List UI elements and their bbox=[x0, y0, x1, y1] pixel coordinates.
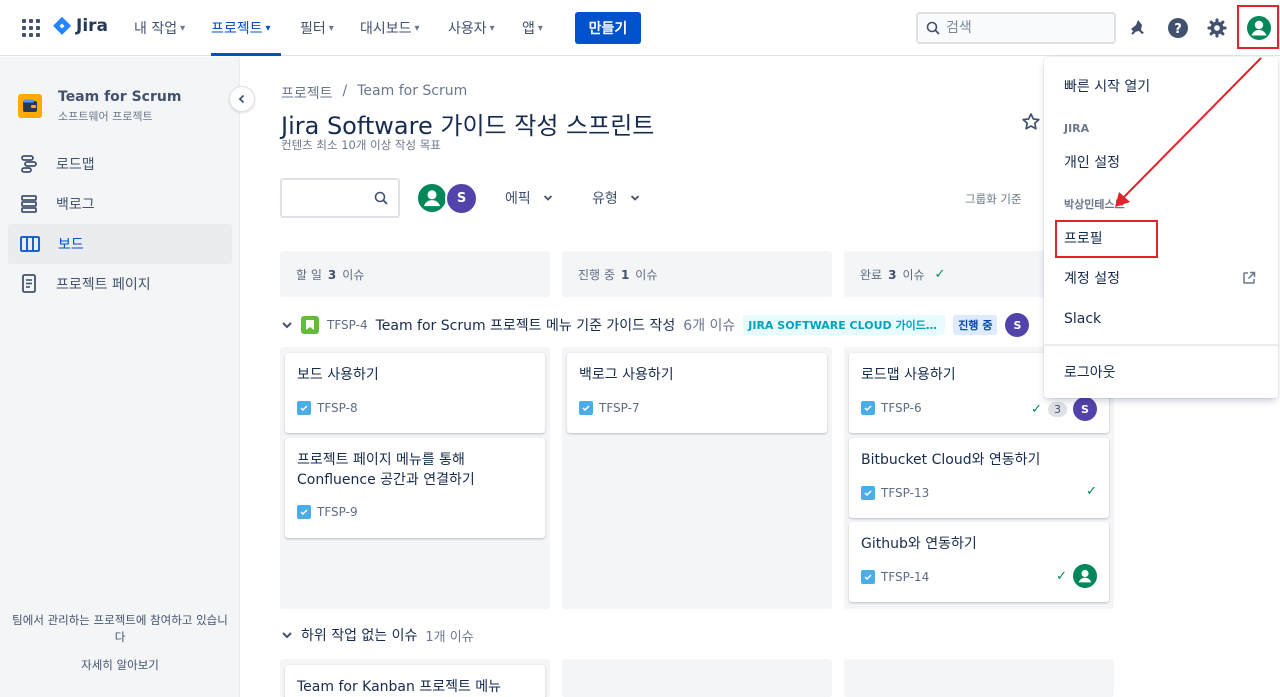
annotation-arrow bbox=[1115, 57, 1262, 207]
chevron-left-icon bbox=[238, 94, 245, 104]
collapse-sidebar-button[interactable] bbox=[229, 86, 255, 112]
